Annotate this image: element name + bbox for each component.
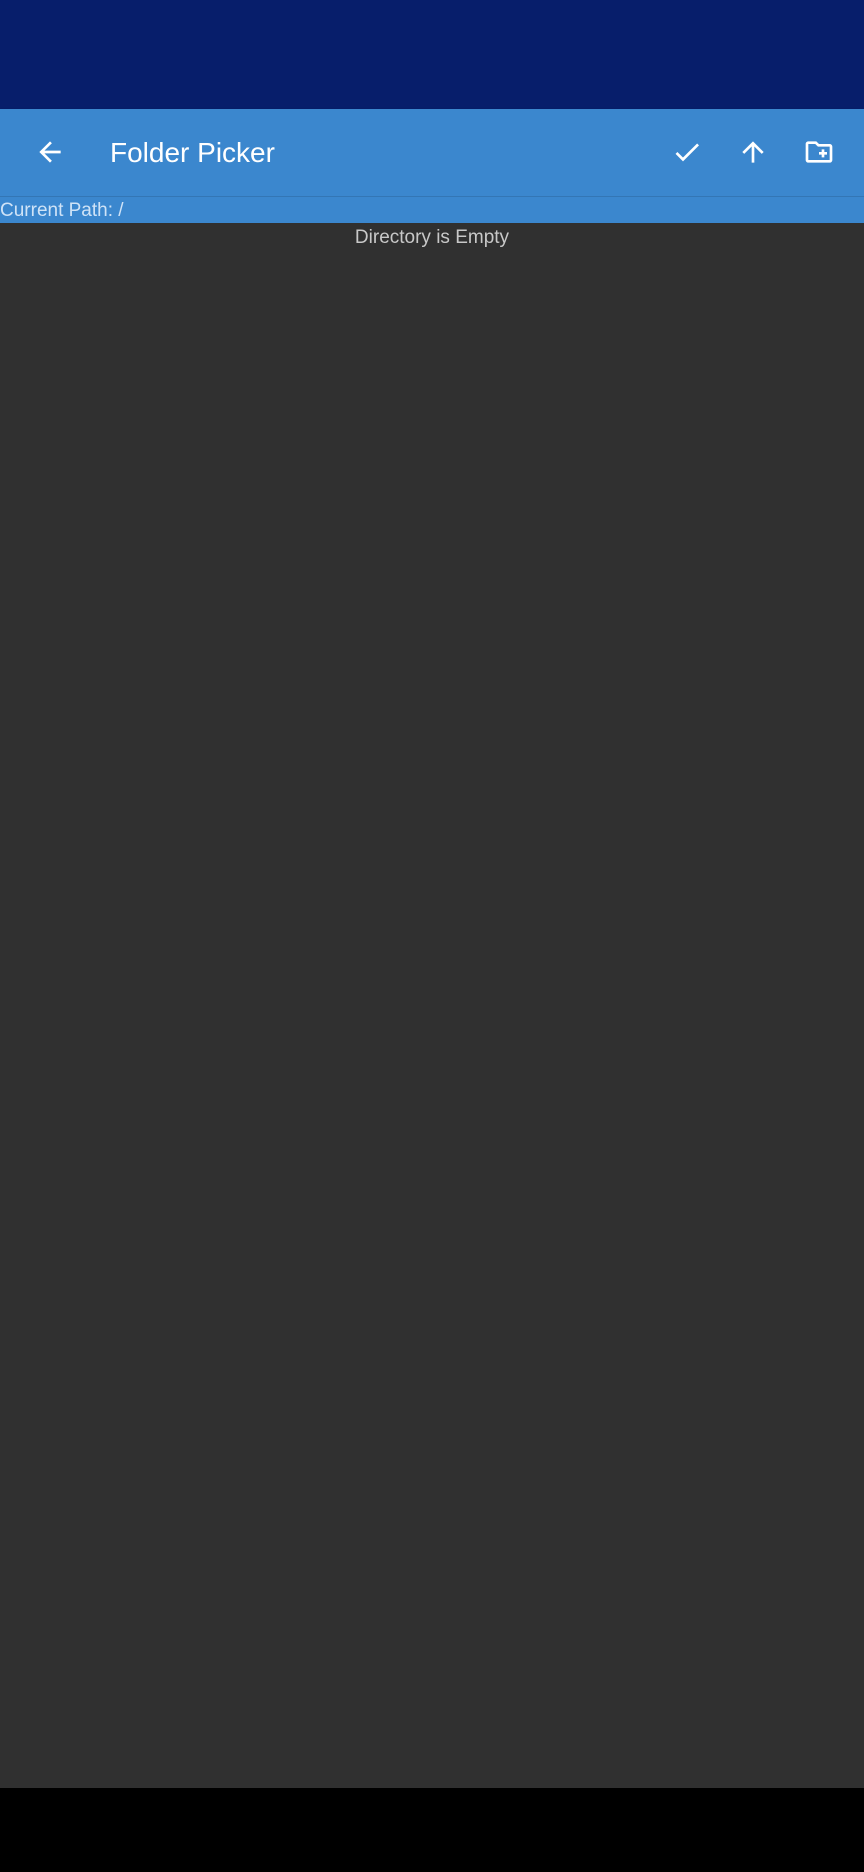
arrow-up-icon [742,141,764,163]
navigate-up-button[interactable] [725,124,781,180]
folder-list: Directory is Empty [0,223,864,1788]
current-path-label: Current Path: / [0,200,124,221]
back-button[interactable] [22,124,78,180]
check-icon [675,143,699,162]
create-folder-button[interactable] [791,124,847,180]
current-path-bar: Current Path: / [0,196,864,223]
arrow-left-icon [39,141,61,163]
create-folder-icon [805,141,833,163]
toolbar: Folder Picker [0,109,864,196]
status-bar [0,0,864,109]
navigation-bar [0,1788,864,1872]
confirm-button[interactable] [659,124,715,180]
page-title: Folder Picker [110,137,275,168]
empty-directory-message: Directory is Empty [354,227,510,248]
